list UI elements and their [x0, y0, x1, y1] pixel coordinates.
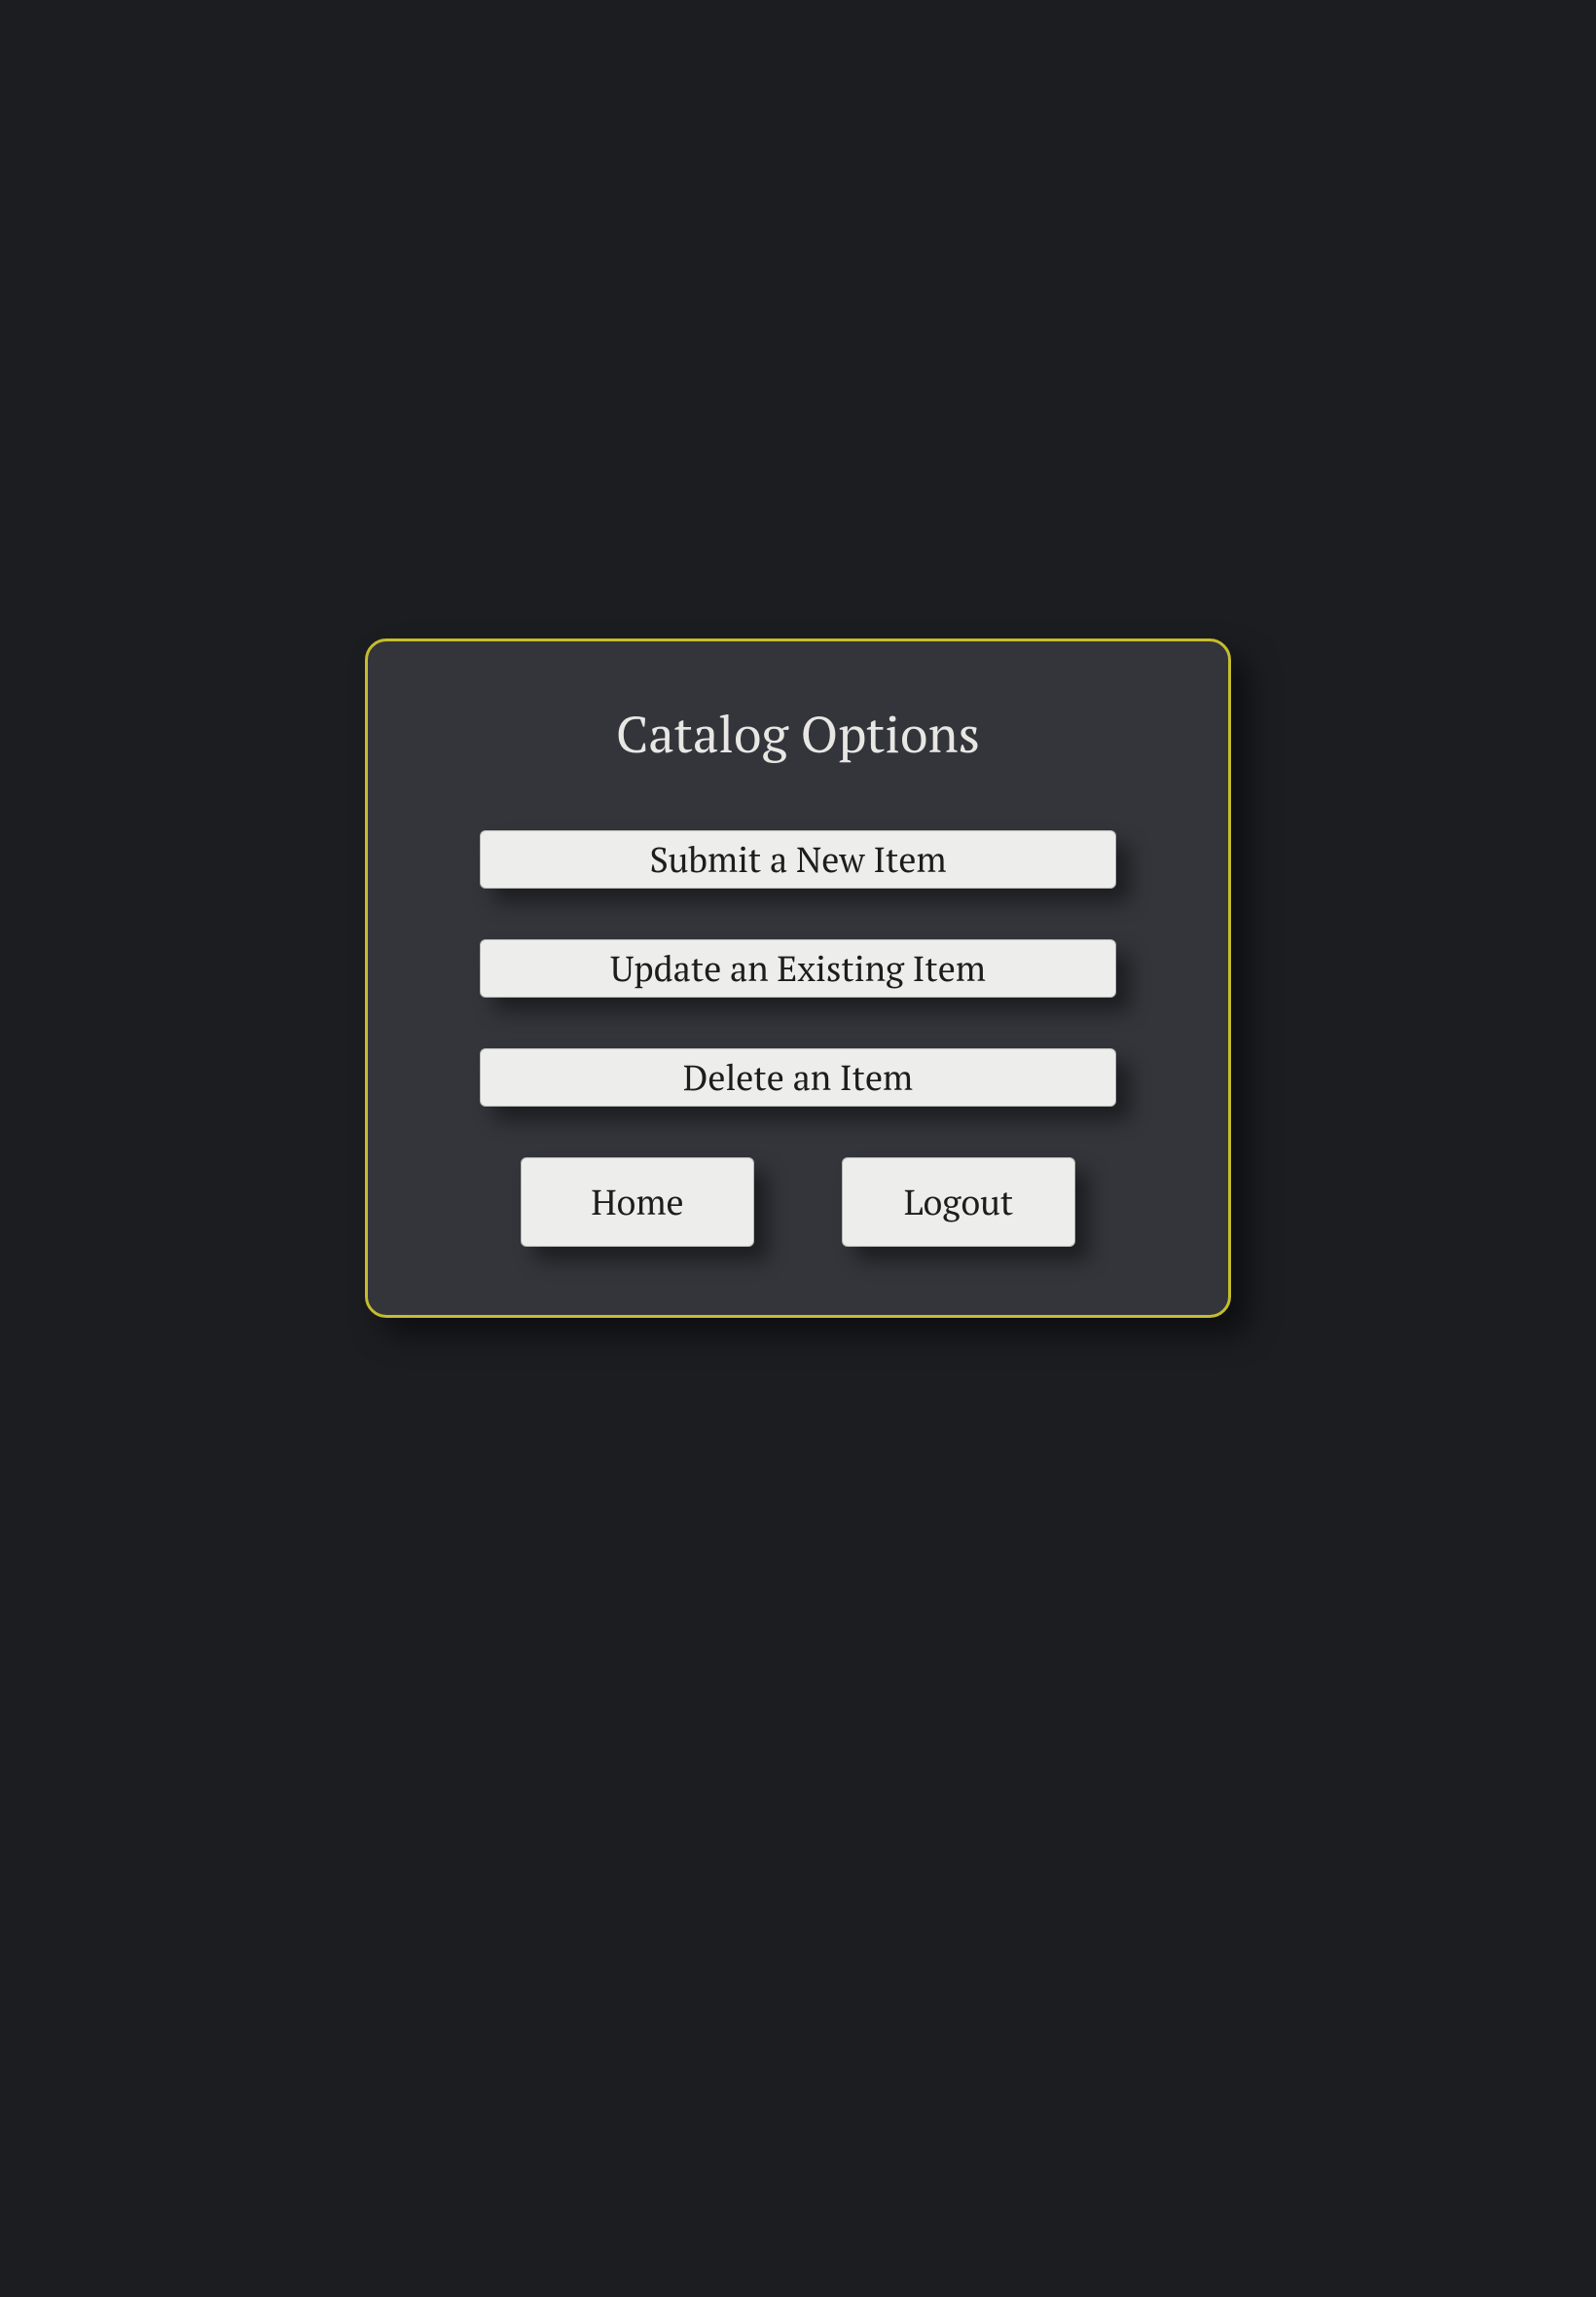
- logout-button[interactable]: Logout: [842, 1157, 1075, 1247]
- option-button-stack: Submit a New Item Update an Existing Ite…: [480, 830, 1116, 1247]
- delete-item-button[interactable]: Delete an Item: [480, 1048, 1116, 1107]
- dialog-title: Catalog Options: [480, 700, 1116, 767]
- submit-new-item-button[interactable]: Submit a New Item: [480, 830, 1116, 889]
- update-existing-item-button[interactable]: Update an Existing Item: [480, 939, 1116, 998]
- nav-button-row: Home Logout: [480, 1157, 1116, 1247]
- catalog-options-dialog: Catalog Options Submit a New Item Update…: [365, 638, 1231, 1318]
- home-button[interactable]: Home: [521, 1157, 754, 1247]
